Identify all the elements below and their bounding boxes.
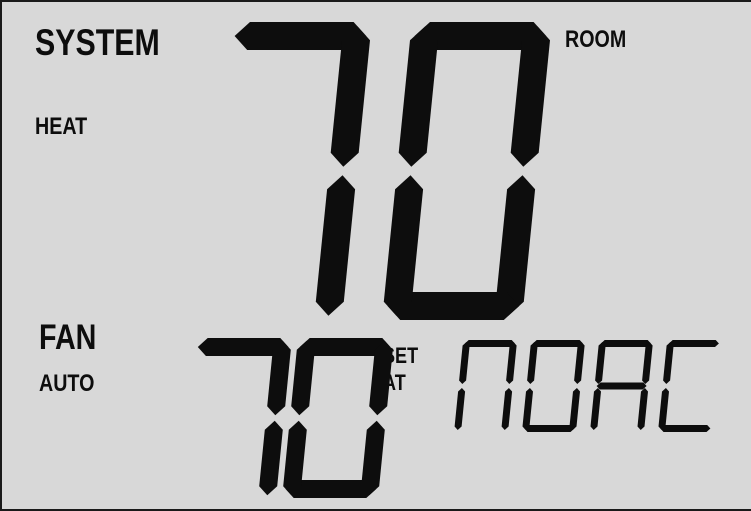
- status-char-2-segment-d: [524, 425, 575, 432]
- status-char-2-segment-a: [532, 340, 583, 347]
- set-temp-char-2: [283, 338, 393, 498]
- status-char-3-segment-c: [637, 388, 648, 430]
- segment-display: [197, 22, 719, 498]
- status-char-2: [522, 340, 585, 432]
- status-char-4-segment-a: [668, 340, 719, 347]
- status-char-1: [454, 340, 517, 430]
- status-text-segments: [454, 340, 719, 432]
- status-char-1-segment-e: [454, 388, 466, 430]
- set-temp-char-2-segment-f: [291, 340, 315, 416]
- status-char-4-segment-f: [663, 342, 674, 384]
- thermostat-lcd-display: SYSTEM HEAT ROOM FAN AUTO SET AT: [0, 0, 751, 511]
- status-char-3-segment-b: [642, 342, 653, 384]
- status-char-2-segment-c: [569, 388, 580, 430]
- status-char-1-segment-f: [459, 342, 470, 384]
- status-char-2-segment-f: [527, 342, 538, 384]
- set-temp-char-1-segment-c: [259, 420, 283, 496]
- room-temp-char-1: [234, 22, 370, 316]
- room-temperature-digits: [234, 22, 550, 320]
- status-char-2-segment-b: [574, 342, 585, 384]
- room-temp-char-2-segment-f: [398, 26, 438, 167]
- status-char-4-segment-e: [658, 388, 669, 430]
- status-char-3: [590, 340, 653, 430]
- status-char-2-segment-e: [522, 388, 533, 430]
- status-char-4: [658, 340, 719, 432]
- status-char-1-segment-c: [501, 388, 513, 430]
- status-char-4-segment-d: [660, 425, 711, 432]
- setpoint-temperature-digits: [197, 338, 393, 498]
- status-char-1-segment-a: [464, 340, 515, 347]
- status-char-3-segment-f: [595, 342, 606, 384]
- room-temp-char-1-segment-c: [315, 175, 356, 316]
- status-char-3-segment-g: [596, 382, 647, 390]
- set-temp-char-1: [197, 338, 291, 496]
- status-char-3-segment-a: [600, 340, 651, 347]
- status-char-3-segment-e: [590, 388, 601, 430]
- room-temp-char-2: [383, 22, 550, 320]
- status-char-1-segment-b: [506, 342, 517, 384]
